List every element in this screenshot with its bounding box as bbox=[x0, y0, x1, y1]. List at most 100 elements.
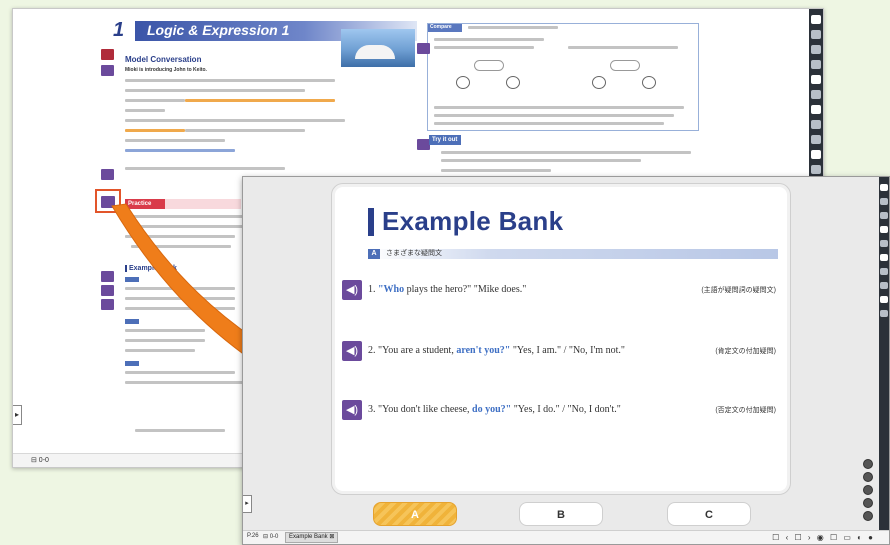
example-post: "Yes, I do." / "No, I don't." bbox=[511, 404, 621, 415]
example-highlight: aren't you?" bbox=[456, 345, 511, 356]
toolbar-button[interactable] bbox=[880, 310, 888, 317]
bottom-bar: P.26 ⊟ 0-0 Example Bank ⊠ ☐ ‹ ☐ › ◉ ☐ ▭ … bbox=[243, 530, 889, 544]
toolbar-button[interactable] bbox=[880, 212, 888, 219]
text-line bbox=[125, 89, 305, 92]
toolbar-button[interactable] bbox=[811, 150, 821, 159]
text-line bbox=[441, 169, 551, 172]
compare-panel: Compare bbox=[427, 23, 699, 131]
character-illustration bbox=[642, 76, 656, 89]
tab-b[interactable]: B bbox=[519, 502, 603, 526]
page-tag[interactable]: ⊟ 0-0 bbox=[31, 456, 49, 464]
example-pre: "You are a student, bbox=[378, 345, 457, 356]
expand-arrow-icon[interactable]: ▸ bbox=[243, 495, 252, 513]
example-number: 1. bbox=[368, 284, 376, 295]
navigation-icons[interactable]: ☐ ‹ ☐ › ◉ ☐ ▭ ◐ ● bbox=[772, 533, 875, 542]
toolbar-button[interactable] bbox=[811, 135, 821, 144]
toolbar-button[interactable] bbox=[811, 90, 821, 99]
toolbar-button[interactable] bbox=[880, 226, 888, 233]
tab-c[interactable]: C bbox=[667, 502, 751, 526]
toolbar-button[interactable] bbox=[811, 15, 821, 24]
zoom-button[interactable] bbox=[863, 472, 873, 482]
example-note: (主語が疑問詞の疑問文) bbox=[701, 287, 776, 294]
toolbar-button[interactable] bbox=[811, 75, 821, 84]
audio-icon[interactable] bbox=[101, 285, 114, 296]
try-it-label: Try it out bbox=[429, 135, 461, 145]
zoom-button[interactable] bbox=[863, 498, 873, 508]
toolbar-button[interactable] bbox=[880, 254, 888, 261]
section-label: さまざまな疑問文 bbox=[386, 250, 442, 257]
audio-icon[interactable] bbox=[101, 169, 114, 180]
tab-a[interactable]: A bbox=[373, 502, 457, 526]
zoom-button[interactable] bbox=[863, 511, 873, 521]
page-ref[interactable]: ⊟ 0-0 bbox=[263, 533, 278, 540]
text-line bbox=[125, 235, 235, 238]
example-bank-window: Example Bank A さまざまな疑問文 ◀) 1. "Who plays… bbox=[242, 176, 890, 545]
audio-play-button[interactable]: ◀) bbox=[342, 280, 362, 300]
page-indicator[interactable]: P.26 bbox=[247, 533, 259, 539]
zoom-button[interactable] bbox=[863, 485, 873, 495]
example-bank-tab[interactable]: Example Bank ⊠ bbox=[285, 532, 339, 543]
toolbar-button[interactable] bbox=[811, 165, 821, 174]
text-line bbox=[125, 139, 225, 142]
expand-arrow-icon[interactable]: ▸ bbox=[13, 405, 22, 425]
toolbar-button[interactable] bbox=[880, 198, 888, 205]
textbook-icon[interactable] bbox=[101, 49, 114, 60]
section-badge: A bbox=[368, 249, 380, 259]
audio-icon[interactable] bbox=[101, 271, 114, 282]
character-illustration bbox=[456, 76, 470, 89]
toolbar-button[interactable] bbox=[811, 45, 821, 54]
text-line bbox=[125, 329, 205, 332]
text-line bbox=[125, 109, 165, 112]
text-line bbox=[125, 307, 235, 310]
example-number: 2. bbox=[368, 345, 376, 356]
toolbar-button[interactable] bbox=[811, 60, 821, 69]
text-line bbox=[441, 151, 691, 154]
audio-icon[interactable] bbox=[417, 43, 430, 54]
example-sentence: 1. "Who plays the hero?" "Mike does." bbox=[368, 284, 526, 295]
audio-play-button[interactable]: ◀) bbox=[342, 400, 362, 420]
text-line bbox=[125, 129, 185, 132]
example-bank-title: Example Bank bbox=[382, 206, 564, 236]
text-line bbox=[441, 159, 641, 162]
example-sentence: 3. "You don't like cheese, do you?" "Yes… bbox=[368, 404, 621, 415]
example-note: (否定文の付加疑問) bbox=[715, 407, 776, 414]
practice-label: Practice bbox=[125, 199, 165, 209]
text-line bbox=[125, 287, 235, 290]
video-icon[interactable] bbox=[101, 65, 114, 76]
text-line bbox=[125, 99, 185, 102]
character-illustration bbox=[592, 76, 606, 89]
text-line bbox=[125, 149, 235, 152]
example-post: plays the hero?" "Mike does." bbox=[404, 284, 527, 295]
example-row: ◀) 1. "Who plays the hero?" "Mike does."… bbox=[342, 280, 786, 302]
toolbar-button[interactable] bbox=[811, 30, 821, 39]
text-line bbox=[125, 297, 235, 300]
text-line bbox=[125, 215, 255, 218]
chapter-number: 1 bbox=[113, 19, 125, 41]
toolbar-button[interactable] bbox=[880, 282, 888, 289]
text-line bbox=[131, 245, 231, 248]
text-line bbox=[568, 46, 678, 49]
example-bank-card: Example Bank A さまざまな疑問文 ◀) 1. "Who plays… bbox=[331, 183, 791, 495]
example-row: ◀) 3. "You don't like cheese, do you?" "… bbox=[342, 400, 786, 422]
example-highlight: do you?" bbox=[472, 404, 512, 415]
text-line bbox=[434, 122, 664, 125]
model-conversation-title: Model Conversation bbox=[125, 55, 202, 64]
zoom-button[interactable] bbox=[863, 459, 873, 469]
toolbar-button[interactable] bbox=[811, 120, 821, 129]
section-chip bbox=[125, 361, 139, 366]
speaker-icon: ◀) bbox=[345, 404, 359, 416]
text-line bbox=[468, 26, 558, 29]
text-line bbox=[125, 167, 285, 170]
toolbar-button[interactable] bbox=[880, 184, 888, 191]
text-line bbox=[125, 79, 335, 82]
text-line bbox=[434, 106, 684, 109]
toolbar-button[interactable] bbox=[880, 268, 888, 275]
audio-play-button[interactable]: ◀) bbox=[342, 341, 362, 361]
toolbar-button[interactable] bbox=[880, 240, 888, 247]
example-number: 3. bbox=[368, 404, 376, 415]
character-illustration bbox=[506, 76, 520, 89]
toolbar-button[interactable] bbox=[880, 296, 888, 303]
audio-icon[interactable] bbox=[101, 299, 114, 310]
speech-bubble bbox=[610, 60, 640, 71]
toolbar-button[interactable] bbox=[811, 105, 821, 114]
